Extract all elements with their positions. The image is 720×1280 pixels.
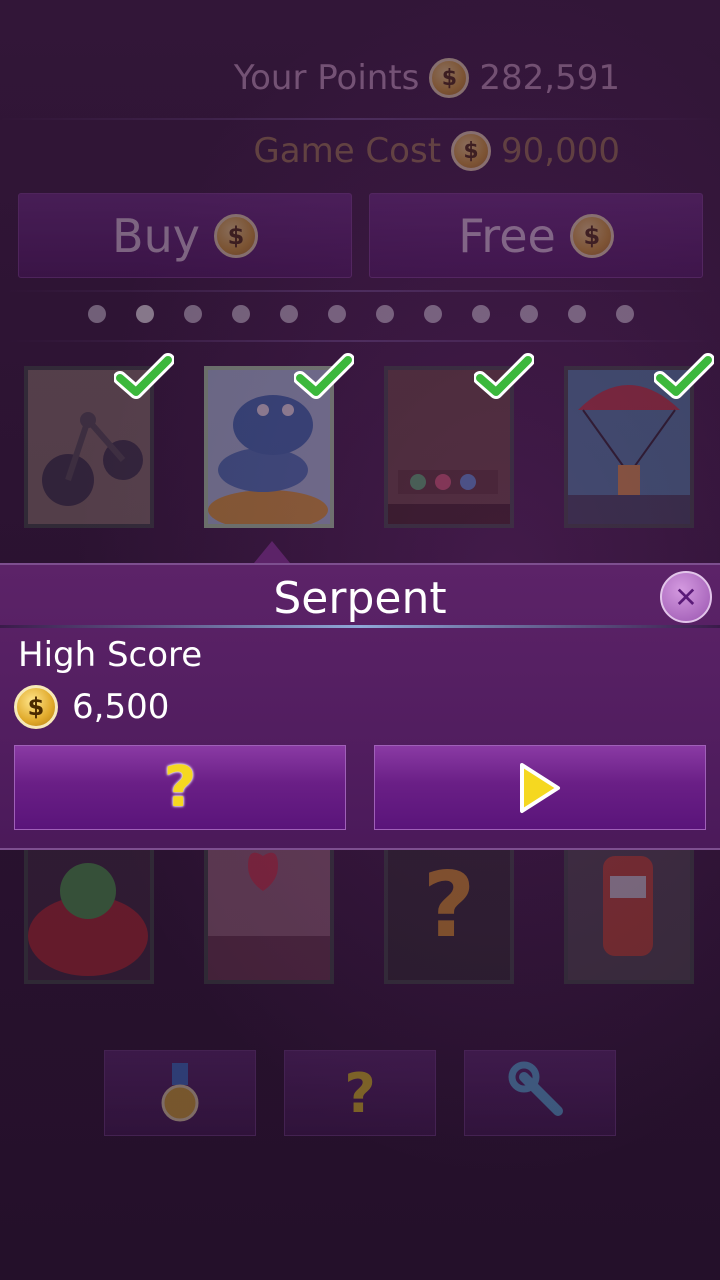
page-indicator [0,300,720,328]
high-score-label: High Score [18,635,203,675]
wrench-icon [508,1061,563,1116]
page-dot[interactable] [376,305,394,323]
game-help-button[interactable]: ? [14,745,346,830]
game-info-popup: Serpent ✕ High Score $ 6,500 ? [0,563,720,850]
page-dot[interactable] [472,305,490,323]
buy-label: Buy [112,208,200,263]
buy-button[interactable]: Buy $ [18,193,352,278]
page-dot[interactable] [88,305,106,323]
coin-icon: $ [451,131,492,171]
your-points-label: Your Points [233,58,420,98]
owned-check-icon [654,353,714,399]
question-icon: ? [163,755,197,820]
high-score-row: $ 6,500 [14,685,169,729]
coin-icon: $ [213,213,258,258]
page-dot[interactable] [136,305,154,323]
owned-check-icon [474,353,534,399]
game-cost-row: Game Cost $ 90,000 [253,131,620,171]
help-button[interactable]: ? [284,1050,436,1136]
popup-divider [0,625,720,628]
free-label: Free [458,208,556,263]
settings-button[interactable] [464,1050,616,1136]
question-mark: ? [423,853,475,958]
owned-check-icon [114,353,174,399]
free-button[interactable]: Free $ [369,193,703,278]
divider [0,290,720,292]
your-points-value: 282,591 [479,58,620,98]
divider [0,340,720,342]
page-dot[interactable] [616,305,634,323]
page-dot[interactable] [232,305,250,323]
page-dot[interactable] [328,305,346,323]
page-dot[interactable] [280,305,298,323]
coin-icon: $ [429,58,470,98]
divider [0,118,720,120]
close-icon: ✕ [674,580,698,614]
coin-icon: $ [569,213,614,258]
coin-icon: $ [14,685,58,729]
popup-pointer [254,541,290,563]
page-dot[interactable] [568,305,586,323]
owned-check-icon [294,353,354,399]
game-cost-value: 90,000 [501,131,620,171]
help-icon: ? [344,1061,376,1125]
close-button[interactable]: ✕ [660,571,712,623]
medal-icon [161,1063,199,1122]
popup-title: Serpent [273,573,447,624]
page-dot[interactable] [424,305,442,323]
high-score-value: 6,500 [72,687,170,727]
game-cost-label: Game Cost [253,131,442,171]
page-dot[interactable] [520,305,538,323]
play-icon [520,762,560,813]
achievements-button[interactable] [104,1050,256,1136]
play-button[interactable] [374,745,706,830]
your-points-row: Your Points $ 282,591 [234,58,620,98]
page-dot[interactable] [184,305,202,323]
